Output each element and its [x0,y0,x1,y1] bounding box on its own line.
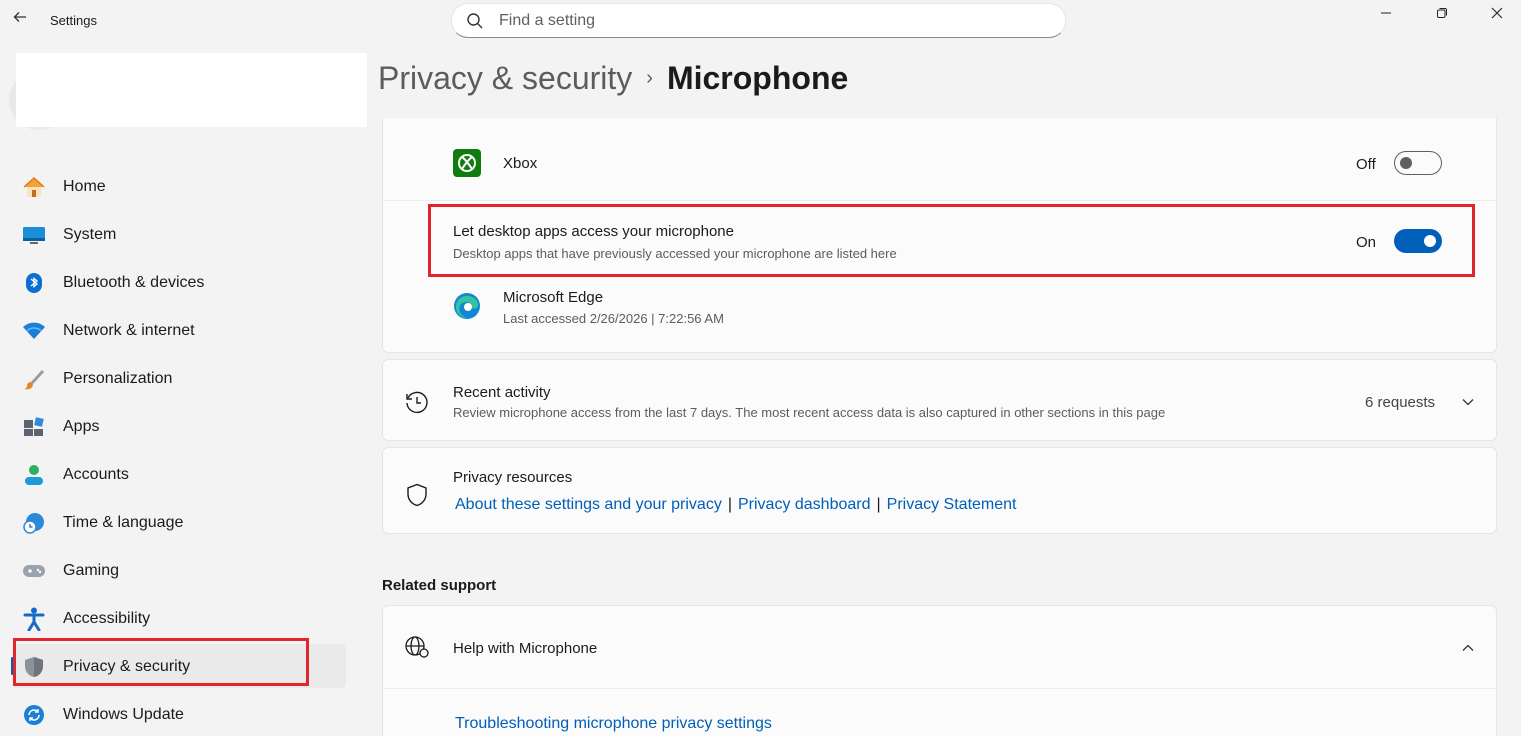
sidebar-item-accounts[interactable]: Accounts [12,452,346,496]
account-icon [22,464,46,486]
sidebar-item-accessibility[interactable]: Accessibility [12,596,346,640]
edge-label: Microsoft Edge [503,289,604,306]
highlight-box-privacy [13,638,309,686]
sidebar-item-label: Network & internet [63,322,195,339]
home-icon [22,176,46,198]
update-icon [22,704,46,726]
system-icon [22,224,46,246]
recent-activity-count: 6 requests [1365,394,1436,411]
privacy-resources-title: Privacy resources [453,469,573,486]
toggle-knob [1400,157,1412,169]
minimize-icon[interactable] [1363,0,1409,26]
sidebar-item-label: System [63,226,117,243]
history-icon [404,389,430,420]
xbox-toggle-state: Off [1356,156,1376,173]
sidebar-item-label: Apps [63,418,100,435]
sidebar-item-network[interactable]: Network & internet [12,308,346,352]
apps-icon [22,416,46,438]
help-card: Help with Microphone Troubleshooting mic… [382,605,1497,736]
search-icon [466,12,484,30]
sidebar-item-time-language[interactable]: Time & language [12,500,346,544]
sidebar-item-label: Gaming [63,562,120,579]
recent-activity-description: Review microphone access from the last 7… [453,405,1166,420]
accessibility-icon [22,607,46,631]
sidebar-item-gaming[interactable]: Gaming [12,548,346,592]
gamepad-icon [22,560,46,582]
privacy-links: About these settings and your privacy | Pr… [455,496,1016,514]
link-troubleshooting[interactable]: Troubleshooting microphone privacy setti… [455,715,772,733]
title-bar: Settings [0,0,1521,42]
sidebar-item-label: Personalization [63,370,173,387]
edge-last-accessed: Last accessed 2/26/2026 | 7:22:56 AM [503,311,724,326]
highlight-box-desktop-apps [428,204,1475,277]
breadcrumb-parent[interactable]: Privacy & security [378,60,632,96]
search-box[interactable] [451,3,1066,38]
app-title: Settings [50,13,97,28]
privacy-resources-card: Privacy resources About these settings a… [382,447,1497,534]
chevron-up-icon[interactable] [1461,641,1475,660]
recent-activity-title: Recent activity [453,384,551,401]
divider [383,200,1496,201]
sidebar-item-label: Home [63,178,106,195]
page-title: Microphone [666,60,849,96]
clock-globe-icon [22,512,46,534]
breadcrumb-separator: › [646,67,653,89]
link-separator: | [876,496,881,513]
sidebar-item-windows-update[interactable]: Windows Update [12,692,346,736]
breadcrumb: Privacy & security › Microphone [378,60,848,97]
shield-outline-icon [406,483,428,512]
sidebar-item-label: Accounts [63,466,129,483]
sidebar-item-apps[interactable]: Apps [12,404,346,448]
chevron-down-icon[interactable] [1461,395,1475,414]
sidebar-item-bluetooth[interactable]: Bluetooth & devices [12,260,346,304]
profile-card[interactable] [16,53,367,127]
xbox-icon [453,149,481,177]
divider [383,688,1496,689]
related-support-heading: Related support [382,577,497,594]
close-icon[interactable] [1474,0,1520,26]
edge-icon [453,292,481,320]
recent-activity-card[interactable]: Recent activity Review microphone access… [382,359,1497,441]
sidebar-item-label: Bluetooth & devices [63,274,205,291]
back-arrow-icon[interactable] [10,9,30,29]
help-title[interactable]: Help with Microphone [453,640,597,657]
xbox-toggle[interactable] [1394,151,1442,175]
link-separator: | [727,496,732,513]
xbox-label: Xbox [503,155,538,172]
sidebar-item-label: Time & language [63,514,184,531]
link-privacy-dashboard[interactable]: Privacy dashboard [738,496,871,513]
bluetooth-icon [22,272,46,294]
sidebar-item-label: Windows Update [63,706,184,723]
brush-icon [22,368,46,390]
wifi-icon [22,320,46,342]
sidebar-item-home[interactable]: Home [12,164,346,208]
sidebar-item-system[interactable]: System [12,212,346,256]
link-about-settings[interactable]: About these settings and your privacy [455,496,722,513]
link-privacy-statement[interactable]: Privacy Statement [887,496,1017,513]
restore-icon[interactable] [1419,0,1465,26]
sidebar-item-personalization[interactable]: Personalization [12,356,346,400]
sidebar-item-label: Accessibility [63,610,151,627]
search-input[interactable] [499,11,1039,31]
globe-icon [404,635,430,664]
